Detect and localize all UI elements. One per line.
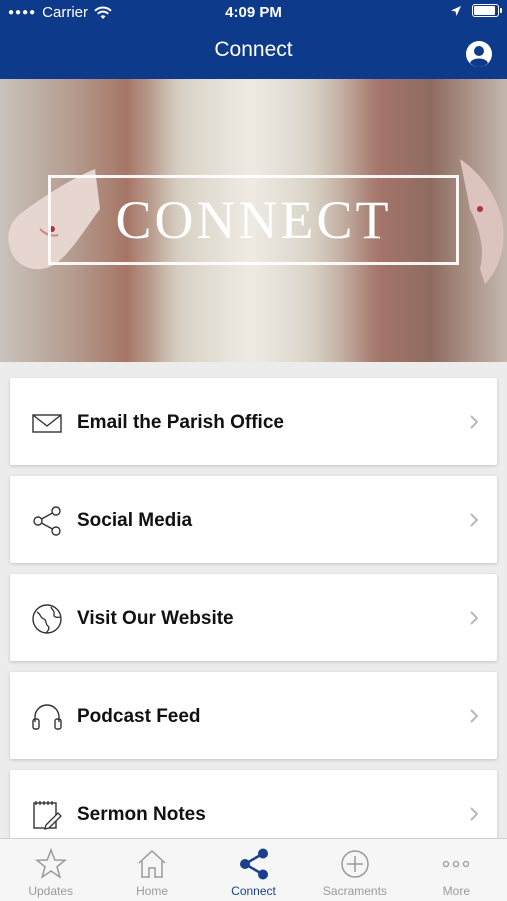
hero-title: CONNECT [115,190,392,250]
star-icon [34,847,67,879]
tab-label: Updates [28,884,74,898]
battery-icon [472,4,502,17]
globe-icon [32,604,62,634]
tab-updates[interactable]: Updates [0,839,101,901]
envelope-icon [32,414,62,433]
chevron-right-icon [470,807,479,821]
chevron-right-icon [470,611,479,625]
chevron-right-icon [470,709,479,723]
tab-bar: Updates Home Connect Sacraments More [0,838,507,901]
location-arrow-icon [451,5,461,16]
status-right [450,4,502,17]
house-icon [138,849,166,878]
list-item-label: Podcast Feed [77,706,201,727]
tab-label: Sacraments [322,884,387,898]
list-item-label: Email the Parish Office [77,412,284,433]
tab-home[interactable]: Home [101,839,202,901]
battery-fill [474,6,495,15]
list-item-label: Social Media [77,510,193,531]
status-time: 4:09 PM [225,4,282,21]
social-media-item[interactable]: Social Media [10,476,497,563]
share-icon [239,848,268,880]
chevron-right-icon [470,415,479,429]
chevron-right-icon [470,513,479,527]
headphones-icon [32,704,62,730]
list-item-label: Visit Our Website [77,608,234,629]
email-parish-office-item[interactable]: Email the Parish Office [10,378,497,465]
share-icon [33,506,61,536]
status-bar: ●●●● Carrier 4:09 PM [0,0,507,26]
person-circle-icon[interactable] [465,40,493,68]
hero-banner: CONNECT [0,79,507,362]
visit-website-item[interactable]: Visit Our Website [10,574,497,661]
ellipsis-icon [443,860,470,868]
page-title: Connect [214,38,293,61]
tab-label: More [442,884,470,898]
tab-more[interactable]: More [406,839,507,901]
plus-circle-icon [341,850,369,878]
notepad-icon [33,801,62,830]
tab-connect[interactable]: Connect [203,839,304,901]
tab-label: Connect [231,884,276,898]
tab-label: Home [136,884,169,898]
tab-sacraments[interactable]: Sacraments [304,839,405,901]
navigation-bar: ●●●● Carrier 4:09 PM Connect [0,0,507,79]
podcast-feed-item[interactable]: Podcast Feed [10,672,497,759]
